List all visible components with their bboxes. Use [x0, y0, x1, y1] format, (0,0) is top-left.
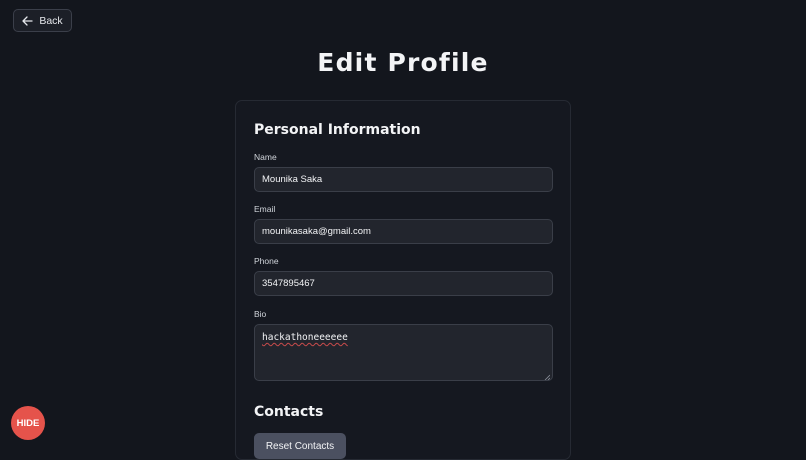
- profile-form-card: Personal Information Name Mounika Saka E…: [235, 100, 571, 460]
- arrow-left-icon: [22, 15, 33, 26]
- bio-label: Bio: [254, 309, 267, 319]
- back-button[interactable]: Back: [13, 9, 72, 32]
- name-input[interactable]: Mounika Saka: [254, 167, 553, 192]
- email-input[interactable]: mounikasaka@gmail.com: [254, 219, 553, 244]
- email-label: Email: [254, 204, 276, 214]
- name-label: Name: [254, 152, 277, 162]
- bio-text: hackathoneeeeee: [262, 332, 348, 343]
- resize-grip-icon[interactable]: [544, 372, 551, 381]
- phone-input[interactable]: 3547895467: [254, 271, 553, 296]
- contacts-heading: Contacts: [254, 404, 324, 420]
- page-title: Edit Profile: [317, 48, 489, 77]
- phone-label: Phone: [254, 256, 279, 266]
- back-button-label: Back: [39, 14, 63, 27]
- reset-contacts-button[interactable]: Reset Contacts: [254, 433, 346, 459]
- personal-info-heading: Personal Information: [254, 122, 421, 138]
- bio-textarea[interactable]: hackathoneeeeee: [254, 324, 553, 381]
- hide-button[interactable]: HIDE: [11, 406, 45, 440]
